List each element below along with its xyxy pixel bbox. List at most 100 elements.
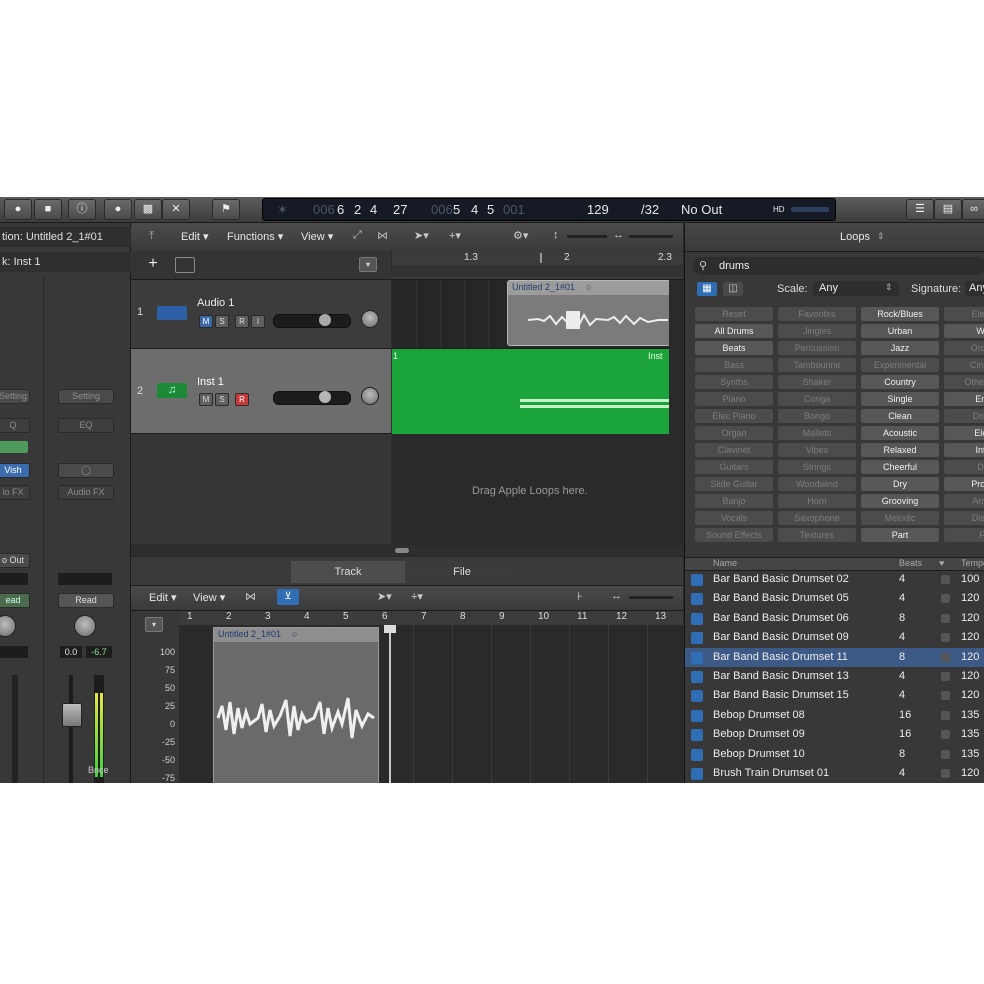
flex-icon[interactable]: ⋈ bbox=[377, 229, 388, 242]
vertical-zoom-slider[interactable] bbox=[567, 235, 607, 238]
region-inspector-header[interactable]: tion: Untitled 2_1#01 bbox=[0, 227, 132, 247]
keyword-button[interactable]: Experimental bbox=[861, 358, 939, 372]
arrange-ruler[interactable]: 1.3 2 2.3 bbox=[392, 251, 683, 280]
editor-zoom-icon[interactable]: ↔ bbox=[611, 590, 622, 602]
track-inspector-header[interactable]: k: Inst 1 bbox=[0, 252, 132, 272]
audio-region[interactable]: Untitled 2_1#01 ○ bbox=[507, 280, 671, 346]
track-volume-slider[interactable] bbox=[273, 391, 351, 405]
editor-pointer-icon[interactable]: ➤▾ bbox=[377, 590, 392, 603]
record-enable-button[interactable]: R bbox=[235, 315, 249, 328]
keyword-button[interactable]: Woodwind bbox=[778, 477, 856, 491]
loop-search-field[interactable]: ⚲ drums bbox=[693, 257, 984, 275]
keyword-button[interactable]: Arrhy bbox=[944, 494, 984, 508]
keyword-button[interactable]: Dry bbox=[861, 477, 939, 491]
keyword-button[interactable]: Electr bbox=[944, 307, 984, 321]
loop-result-row[interactable]: Bar Band Basic Drumset 15 4 120 bbox=[685, 686, 984, 705]
favorite-checkbox[interactable] bbox=[941, 769, 950, 778]
keyword-button[interactable]: Country bbox=[861, 375, 939, 389]
keyword-button[interactable]: Jingles bbox=[778, 324, 856, 338]
tracks-scroll-area[interactable] bbox=[131, 545, 683, 555]
vertical-zoom-icon[interactable]: ↕ bbox=[553, 229, 559, 241]
input-monitor-button[interactable]: I bbox=[251, 315, 265, 328]
favorite-checkbox[interactable] bbox=[941, 613, 950, 623]
keyword-button[interactable]: Beats bbox=[695, 341, 773, 355]
gear-icon[interactable]: ⚙▾ bbox=[513, 229, 528, 242]
notepad-button[interactable]: ▤ bbox=[934, 199, 962, 220]
catch-icon[interactable]: ⤒ bbox=[149, 230, 154, 243]
mute-button[interactable]: M bbox=[199, 393, 213, 406]
pan-knob[interactable] bbox=[361, 387, 379, 405]
keyword-button[interactable]: Synths bbox=[695, 375, 773, 389]
keyword-button[interactable]: Single bbox=[861, 392, 939, 406]
quick-help-button[interactable]: ⓘ bbox=[68, 199, 96, 220]
editor-audio-region[interactable]: Untitled 2_1#01 ○ bbox=[213, 627, 379, 783]
loop-browser-button[interactable]: ∞ bbox=[962, 199, 984, 220]
column-tempo-header[interactable]: Tempo bbox=[961, 558, 984, 568]
search-input[interactable]: drums bbox=[719, 260, 750, 272]
keyword-button[interactable]: Percussion bbox=[778, 341, 856, 355]
keyword-button[interactable]: Other Ge bbox=[944, 375, 984, 389]
volume-slider-thumb[interactable] bbox=[319, 391, 331, 403]
pan-knob-1[interactable] bbox=[0, 615, 16, 637]
playhead[interactable] bbox=[389, 625, 391, 783]
keyword-button[interactable]: Rock/Blues bbox=[861, 307, 939, 321]
loop-result-row[interactable]: Bar Band Basic Drumset 13 4 120 bbox=[685, 667, 984, 686]
link-button[interactable]: ◯ bbox=[58, 463, 114, 478]
keyword-button[interactable]: Inte bbox=[944, 443, 984, 457]
favorite-checkbox[interactable] bbox=[941, 710, 950, 720]
midi-region[interactable]: 1 Inst bbox=[392, 349, 669, 434]
pointer-tool-icon[interactable]: ➤▾ bbox=[414, 229, 429, 242]
record-enable-button[interactable]: R bbox=[235, 393, 249, 406]
keyword-button[interactable]: Saxophone bbox=[778, 511, 856, 525]
favorite-checkbox[interactable] bbox=[941, 594, 950, 604]
functions-menu[interactable]: Functions ▾ bbox=[227, 230, 283, 243]
loop-result-row[interactable]: Bar Band Basic Drumset 05 4 120 bbox=[685, 589, 984, 608]
keyword-button[interactable]: Urban bbox=[861, 324, 939, 338]
keyword-button[interactable]: Cheerful bbox=[861, 460, 939, 474]
keyword-button[interactable]: Proce bbox=[944, 477, 984, 491]
keyword-button[interactable]: Horn bbox=[778, 494, 856, 508]
loop-result-row[interactable]: Bebop Drumset 10 8 135 bbox=[685, 745, 984, 764]
audio-fx-slot-2[interactable]: Audio FX bbox=[58, 485, 114, 500]
track-name[interactable]: Audio 1 bbox=[197, 297, 234, 309]
editor-ruler[interactable]: 1 2 3 4 5 6 7 8 9 10 11 12 13 bbox=[179, 611, 683, 625]
favorite-checkbox[interactable] bbox=[941, 672, 950, 681]
keyword-button[interactable]: Disto bbox=[944, 409, 984, 423]
eq-slot-1[interactable]: Q bbox=[0, 418, 30, 433]
favorite-checkbox[interactable] bbox=[941, 730, 950, 740]
keyword-button[interactable]: Slide Guitar bbox=[695, 477, 773, 491]
horizontal-zoom-slider[interactable] bbox=[629, 235, 673, 238]
bounce-button[interactable]: Bnce bbox=[88, 765, 109, 775]
keyword-button[interactable]: Orche bbox=[944, 341, 984, 355]
editor-filter-button[interactable]: ⊻ bbox=[277, 589, 299, 605]
keyword-button[interactable]: Vocals bbox=[695, 511, 773, 525]
column-beats-header[interactable]: Beats bbox=[899, 558, 922, 568]
favorite-checkbox[interactable] bbox=[941, 652, 950, 662]
pan-knob-2[interactable] bbox=[74, 615, 96, 637]
automation-mode-2[interactable]: Read bbox=[58, 593, 114, 608]
tracks-lanes[interactable]: Untitled 2_1#01 ○ 1 Inst Drag Apple Loop… bbox=[392, 280, 683, 545]
keyword-button[interactable]: Wo bbox=[944, 324, 984, 338]
loop-result-row[interactable]: Bar Band Basic Drumset 06 8 120 bbox=[685, 609, 984, 628]
group-slot-2[interactable] bbox=[58, 573, 112, 585]
editor-edit-menu[interactable]: Edit ▾ bbox=[149, 591, 177, 604]
column-name-header[interactable]: Name bbox=[713, 558, 737, 568]
eq-slot-2[interactable]: EQ bbox=[58, 418, 114, 433]
keyword-button[interactable]: Reset bbox=[695, 307, 773, 321]
button-view-toggle[interactable]: ▦ bbox=[697, 282, 717, 296]
track-name[interactable]: Inst 1 bbox=[197, 376, 224, 388]
audio-loop-icon[interactable] bbox=[691, 593, 703, 606]
folder-icon[interactable] bbox=[175, 257, 195, 273]
lcd-display[interactable]: ✶ 006 6 2 4 27 006 5 4 5 001 129 /32 No … bbox=[262, 198, 836, 221]
pencil-tool-icon[interactable]: +▾ bbox=[449, 229, 461, 242]
library-button[interactable]: ● bbox=[4, 199, 32, 220]
keyword-button[interactable]: Elec Piano bbox=[695, 409, 773, 423]
keyword-button[interactable]: Acoustic bbox=[861, 426, 939, 440]
edit-menu[interactable]: Edit ▾ bbox=[181, 230, 209, 243]
editor-canvas[interactable]: Untitled 2_1#01 ○ bbox=[179, 625, 683, 783]
solo-button[interactable]: S bbox=[215, 315, 229, 328]
editors-button[interactable]: ✕ bbox=[162, 199, 190, 220]
tab-file[interactable]: File bbox=[405, 561, 519, 583]
toolbar-button[interactable]: ● bbox=[104, 199, 132, 220]
audio-loop-icon[interactable] bbox=[691, 748, 703, 761]
